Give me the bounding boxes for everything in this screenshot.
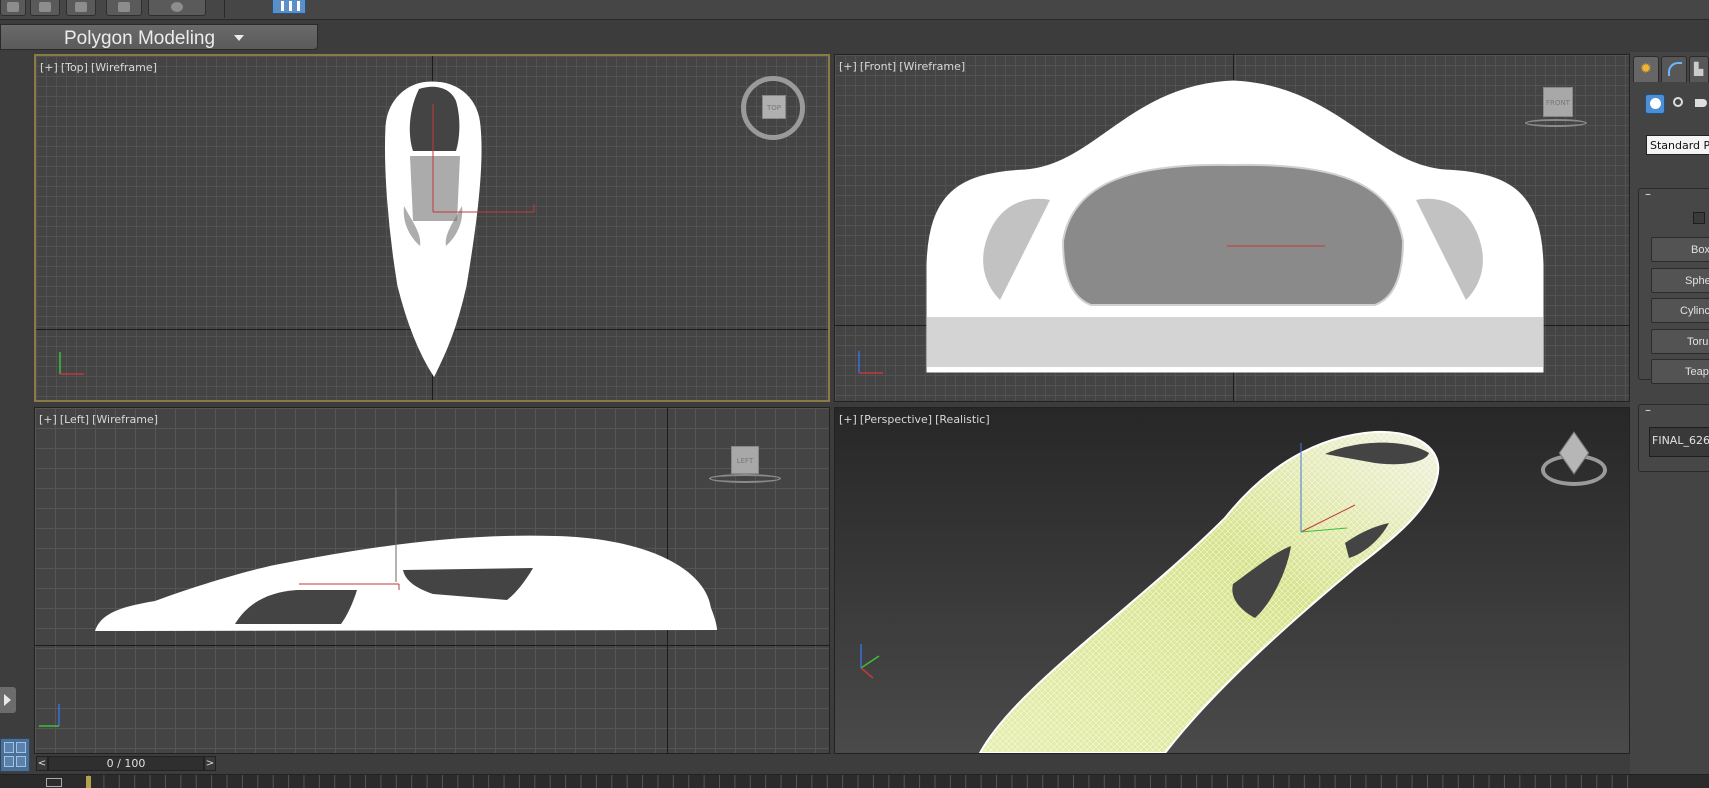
left-strip xyxy=(0,52,32,774)
viewport-label[interactable]: [+] [Top] [Wireframe] xyxy=(40,61,160,74)
viewport-menu: [+] xyxy=(39,413,57,426)
shapes-button[interactable] xyxy=(1670,94,1690,114)
view-name: [Front] xyxy=(859,60,897,73)
view-name: [Perspective] xyxy=(859,413,933,426)
object-type-rollout: – Box Sphe Cylinc Toru Teap xyxy=(1638,187,1709,384)
view-name: [Top] xyxy=(60,61,88,74)
viewcube[interactable] xyxy=(1541,431,1609,496)
ribbon-title: Polygon Modeling xyxy=(64,28,216,49)
viewcube[interactable]: FRONT xyxy=(1525,87,1587,131)
caret-down-icon[interactable] xyxy=(234,35,244,41)
frame-ruler xyxy=(88,775,1630,788)
viewport-label[interactable]: [+] [Front] [Wireframe] xyxy=(839,60,968,73)
toolbar-button-2[interactable] xyxy=(30,0,60,16)
viewport-menu: [+] xyxy=(839,60,857,73)
time-slider-thumb[interactable]: 0 / 100 xyxy=(48,756,204,771)
toolbar-button-1[interactable] xyxy=(0,0,26,16)
teapot-button[interactable]: Teap xyxy=(1651,359,1709,384)
viewport-label[interactable]: [+] [Left] [Wireframe] xyxy=(39,413,161,426)
sphere-button[interactable]: Sphe xyxy=(1651,268,1709,293)
front-view-model xyxy=(858,80,1544,374)
toolbar-button-4[interactable] xyxy=(106,0,142,16)
torus-button[interactable]: Toru xyxy=(1651,329,1709,354)
time-next-button[interactable]: > xyxy=(204,756,216,771)
box-button[interactable]: Box xyxy=(1651,237,1709,262)
modify-icon xyxy=(1668,62,1682,76)
lights-button[interactable] xyxy=(1692,94,1709,114)
modify-tab[interactable] xyxy=(1661,56,1687,82)
shapes-icon xyxy=(1673,97,1683,107)
expand-arrow-button[interactable] xyxy=(0,687,16,713)
toolbar-icon xyxy=(171,2,183,12)
viewport-grid-button[interactable] xyxy=(0,738,30,772)
command-panel: ✹ ▙ Standard Pri – Box Sphe Cylinc Toru … xyxy=(1630,52,1709,774)
time-prev-button[interactable]: < xyxy=(36,756,48,771)
toolbar-icon xyxy=(7,2,19,12)
toolbar-icon xyxy=(75,2,87,12)
shading-mode: [Wireframe] xyxy=(92,413,159,426)
cylinder-button[interactable]: Cylinc xyxy=(1651,298,1709,323)
play-icon xyxy=(4,694,11,706)
light-icon xyxy=(1695,99,1707,107)
toolbar-divider xyxy=(224,0,225,18)
shading-mode: [Wireframe] xyxy=(899,60,966,73)
viewcube-face[interactable]: FRONT xyxy=(1543,87,1573,117)
sun-icon: ✹ xyxy=(1640,61,1652,77)
viewport-menu: [+] xyxy=(40,61,58,74)
hierarchy-tab[interactable]: ▙ xyxy=(1689,56,1709,82)
viewcube-face[interactable]: LEFT xyxy=(731,446,759,474)
track-bar-icon[interactable] xyxy=(46,778,62,787)
viewport-left[interactable]: [+] [Left] [Wireframe] LEFT xyxy=(34,407,830,754)
viewcube[interactable]: TOP xyxy=(741,76,805,140)
viewcube-face[interactable]: TOP xyxy=(762,95,786,119)
hierarchy-icon: ▙ xyxy=(1694,62,1704,76)
ribbon-tab[interactable]: Polygon Modeling xyxy=(0,24,318,50)
toolbar-icon xyxy=(118,2,130,12)
viewport-label[interactable]: [+] [Perspective] [Realistic] xyxy=(839,413,993,426)
shading-mode: [Realistic] xyxy=(935,413,990,426)
rollout-collapse[interactable]: – xyxy=(1645,187,1651,201)
create-tab[interactable]: ✹ xyxy=(1633,56,1659,82)
perspective-model xyxy=(860,430,1440,753)
top-view-model xyxy=(59,81,535,378)
viewport-perspective[interactable]: [+] [Perspective] [Realistic] xyxy=(834,407,1630,754)
toolbar-button-3[interactable] xyxy=(66,0,96,16)
left-view-model xyxy=(39,488,717,727)
viewport-front[interactable]: [+] [Front] [Wireframe] FRONT xyxy=(834,54,1630,402)
rollout-collapse[interactable]: – xyxy=(1645,403,1651,417)
sphere-icon xyxy=(1650,98,1661,109)
toolbar-button-5[interactable] xyxy=(148,0,206,16)
shading-mode: [Wireframe] xyxy=(90,61,157,74)
viewport-layout-icon[interactable] xyxy=(272,0,306,14)
object-name-field[interactable]: FINAL_626_ xyxy=(1649,427,1709,457)
viewport-menu: [+] xyxy=(839,413,857,426)
toolbar-icon xyxy=(39,2,51,12)
geometry-button[interactable] xyxy=(1645,94,1665,114)
track-bar[interactable] xyxy=(0,774,1709,788)
current-frame-marker[interactable] xyxy=(86,776,91,788)
view-name: [Left] xyxy=(59,413,90,426)
viewcube[interactable]: LEFT xyxy=(709,446,781,490)
time-slider: < 0 / 100 > xyxy=(32,754,1630,774)
autogrid-checkbox[interactable] xyxy=(1693,212,1705,224)
viewport-top[interactable]: [+] [Top] [Wireframe] TOP xyxy=(34,54,830,402)
main-toolbar xyxy=(0,0,1709,20)
category-dropdown[interactable]: Standard Pri xyxy=(1646,135,1709,155)
name-color-rollout: – FINAL_626_ xyxy=(1638,403,1709,472)
